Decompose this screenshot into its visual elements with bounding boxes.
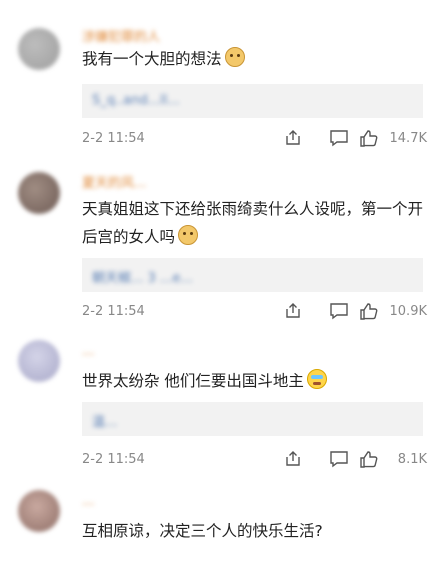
comment-meta: 2-2 11:54 14.7K: [82, 129, 427, 149]
avatar[interactable]: [18, 490, 60, 532]
like-count: 14.7K: [389, 131, 427, 146]
comment-text-content: 互相原谅，决定三个人的快乐生活?: [82, 522, 323, 540]
comment-time: 2-2 11:54: [82, 304, 145, 319]
reply-preview-text: S_q..and...ll...: [92, 93, 180, 108]
reply-preview-box[interactable]: 温...: [82, 402, 423, 436]
username[interactable]: 涉嫌犯罪的人: [82, 26, 160, 45]
cry-laugh-icon: [306, 369, 327, 389]
like-count: 8.1K: [397, 452, 427, 467]
comment-text: 天真姐姐这下还给张雨绮卖什么人设呢，第一个开后宫的女人吗: [82, 195, 423, 251]
username[interactable]: ...: [82, 344, 94, 359]
username[interactable]: 夏天的风...: [82, 172, 146, 191]
comment-icon[interactable]: [329, 302, 349, 320]
comment-text-content: 我有一个大胆的想法: [82, 50, 222, 68]
comment-time: 2-2 11:54: [82, 131, 145, 146]
comment-text-content: 天真姐姐这下还给张雨绮卖什么人设呢，第一个开后宫的女人吗: [82, 200, 424, 246]
reply-preview-box[interactable]: S_q..and...ll...: [82, 84, 423, 118]
avatar[interactable]: [18, 172, 60, 214]
doge-icon: [224, 47, 245, 67]
reply-preview-text: 朝天椒... 3 ...e...: [92, 271, 193, 286]
comment-text-content: 世界太纷杂 他们仨要出国斗地主: [82, 372, 304, 390]
share-icon[interactable]: [284, 129, 302, 147]
comment-icon[interactable]: [329, 129, 349, 147]
comment-icon[interactable]: [329, 450, 349, 468]
comment-text: 我有一个大胆的想法: [82, 45, 423, 73]
like-icon[interactable]: [359, 450, 379, 468]
comment-text: 世界太纷杂 他们仨要出国斗地主: [82, 367, 423, 395]
comment-time: 2-2 11:54: [82, 452, 145, 467]
comment-text: 互相原谅，决定三个人的快乐生活?: [82, 517, 423, 545]
comment-meta: 2-2 11:54 8.1K: [82, 450, 427, 470]
reply-preview-box[interactable]: 朝天椒... 3 ...e...: [82, 258, 423, 292]
like-icon[interactable]: [359, 302, 379, 320]
like-count: 10.9K: [389, 304, 427, 319]
comment-meta: 2-2 11:54 10.9K: [82, 302, 427, 322]
like-icon[interactable]: [359, 129, 379, 147]
share-icon[interactable]: [284, 450, 302, 468]
doge-icon: [178, 225, 199, 245]
share-icon[interactable]: [284, 302, 302, 320]
avatar[interactable]: [18, 28, 60, 70]
reply-preview-text: 温...: [92, 415, 118, 430]
username[interactable]: ...: [82, 494, 94, 509]
avatar[interactable]: [18, 340, 60, 382]
